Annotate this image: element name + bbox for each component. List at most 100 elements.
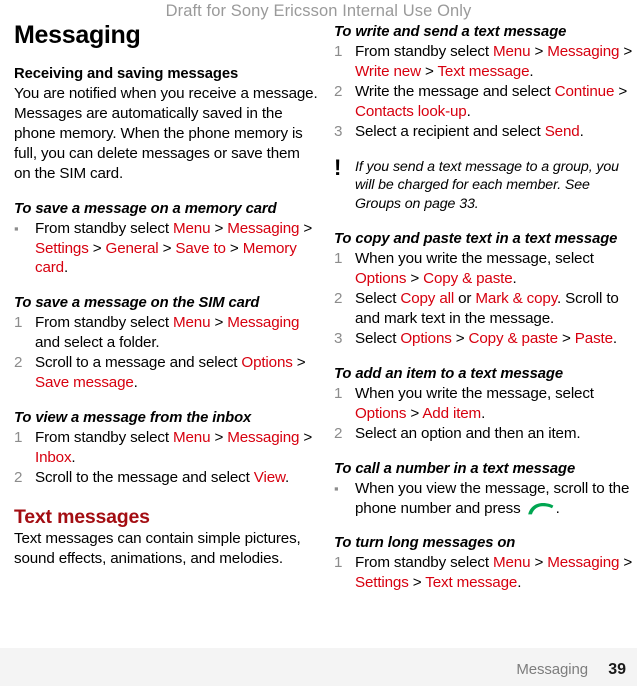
note-callout: ! If you send a text message to a group,… <box>334 154 637 215</box>
step-number-marker: 2 <box>334 82 343 100</box>
procedure-step: 2 Select Copy all or Mark & copy. Scroll … <box>334 289 637 329</box>
text-messages-intro: Text messages can contain simple picture… <box>14 530 301 568</box>
step-text: Select an option and then an item. <box>355 424 581 442</box>
section-heading-text-messages: Text messages <box>14 505 150 528</box>
exclamation-icon: ! <box>334 154 342 180</box>
ui-path-token: Menu <box>172 429 211 447</box>
procedure-step: 2 Scroll to a message and select Options … <box>14 353 318 393</box>
ui-path-token: Copy all <box>400 290 455 308</box>
procedure-heading-call-number: To call a number in a text message <box>334 460 576 477</box>
footer-page-number: 39 <box>608 661 626 678</box>
ui-path-token: Messaging <box>227 219 300 237</box>
ui-path-token: Menu <box>492 43 531 61</box>
ui-path-token: General <box>105 239 159 257</box>
step-text: From standby select Menu > Messaging and… <box>35 314 300 352</box>
step-text: Write the message and select Continue > … <box>355 82 628 120</box>
ui-path-token: Save message <box>35 374 134 392</box>
step-text: When you view the message, scroll to the… <box>355 479 630 517</box>
procedure-step: 1 When you write the message, select Opti… <box>334 384 637 424</box>
ui-path-token: Messaging <box>547 43 620 61</box>
procedure-heading-copy-paste: To copy and paste text in a text message <box>334 231 618 248</box>
step-text: From standby select Menu > Messaging > S… <box>355 554 633 592</box>
steps-save-memory-card: From standby select Menu > Messaging > S… <box>14 219 318 279</box>
step-bullet-marker <box>14 219 29 239</box>
ui-path-token: Continue <box>554 82 615 100</box>
steps-view-inbox: 1 From standby select Menu > Messaging > … <box>14 428 318 488</box>
step-number-marker: 1 <box>14 314 23 332</box>
step-text: Scroll to the message and select View. <box>35 468 290 486</box>
procedure-step: 1 From standby select Menu > Messaging > … <box>334 553 637 593</box>
footer-chapter-name: Messaging <box>516 661 588 678</box>
step-number-marker: 1 <box>334 43 343 61</box>
procedure-heading-add-item: To add an item to a text message <box>334 365 563 382</box>
steps-add-item: 1 When you write the message, select Opti… <box>334 384 637 444</box>
procedure-heading-write-send: To write and send a text message <box>334 24 567 40</box>
procedure-step: 1 From standby select Menu > Messaging > … <box>14 428 318 468</box>
note-text: If you send a text message to a group, y… <box>355 158 619 213</box>
ui-path-token: Mark & copy <box>475 290 558 308</box>
step-text: From standby select Menu > Messaging > I… <box>35 429 313 466</box>
step-number-marker: 2 <box>334 290 343 308</box>
ui-path-token: Inbox <box>35 448 72 466</box>
step-text: When you write the message, select Optio… <box>355 250 594 288</box>
procedure-step: 1 When you write the message, select Opti… <box>334 249 637 289</box>
step-number-marker: 1 <box>14 429 23 447</box>
ui-path-token: Settings <box>35 239 89 257</box>
ui-path-token: Write new <box>355 62 421 80</box>
ui-path-token: Settings <box>355 574 409 592</box>
procedure-step: 1 From standby select Menu > Messaging > … <box>334 42 637 82</box>
procedure-step: 2 Select an option and then an item. <box>334 424 637 444</box>
ui-path-token: Messaging <box>227 429 300 447</box>
step-text: Scroll to a message and select Options >… <box>35 354 306 392</box>
ui-path-token: Add item <box>422 404 482 422</box>
ui-path-token: Options <box>355 270 407 288</box>
procedure-step: 1 From standby select Menu > Messaging an… <box>14 313 318 353</box>
ui-path-token: Text message <box>425 574 518 592</box>
step-number-marker: 2 <box>14 354 23 372</box>
page-footer: Messaging 39 <box>0 648 637 686</box>
left-column: Messaging Receiving and saving messages … <box>14 23 318 569</box>
step-text: From standby select Menu > Messaging > S… <box>35 219 313 277</box>
procedure-step: 3 Select a recipient and select Send. <box>334 122 637 142</box>
steps-write-send: 1 From standby select Menu > Messaging > … <box>334 42 637 142</box>
ui-path-token: Menu <box>492 554 531 572</box>
procedure-step: 2 Write the message and select Continue >… <box>334 82 637 122</box>
ui-path-token: Text message <box>437 62 530 80</box>
subheading-receiving-saving: Receiving and saving messages <box>14 66 239 82</box>
ui-path-token: Copy & paste <box>468 329 559 347</box>
procedure-heading-save-sim-card: To save a message on the SIM card <box>14 295 260 312</box>
procedure-step: When you view the message, scroll to the… <box>334 479 637 519</box>
page-title: Messaging <box>14 21 141 49</box>
step-bullet-marker <box>334 479 349 499</box>
step-text: From standby select Menu > Messaging > W… <box>355 43 633 80</box>
procedure-step: From standby select Menu > Messaging > S… <box>14 219 318 279</box>
step-number-marker: 2 <box>14 468 23 486</box>
right-column: To write and send a text message 1 From s… <box>334 23 637 593</box>
ui-path-token: Options <box>400 329 452 347</box>
ui-path-token: Paste <box>574 329 613 347</box>
ui-path-token: Messaging <box>547 554 620 572</box>
step-text: Select Copy all or Mark & copy. Scroll t… <box>355 290 619 327</box>
ui-path-token: Menu <box>172 219 211 237</box>
procedure-heading-save-memory-card: To save a message on a memory card <box>14 200 277 217</box>
steps-long-messages: 1 From standby select Menu > Messaging > … <box>334 553 637 593</box>
ui-path-token: Menu <box>172 314 211 332</box>
step-text: When you write the message, select Optio… <box>355 384 594 422</box>
ui-path-token: Copy & paste <box>423 270 513 288</box>
step-number-marker: 3 <box>334 122 343 140</box>
ui-path-token: Save to <box>175 239 226 257</box>
procedure-heading-view-inbox: To view a message from the inbox <box>14 410 252 427</box>
step-text: Select Options > Copy & paste > Paste. <box>355 329 617 347</box>
intro-paragraph: You are notified when you receive a mess… <box>14 85 318 182</box>
step-number-marker: 1 <box>334 250 343 268</box>
ui-path-token: Messaging <box>227 314 300 332</box>
step-number-marker: 1 <box>334 384 343 402</box>
